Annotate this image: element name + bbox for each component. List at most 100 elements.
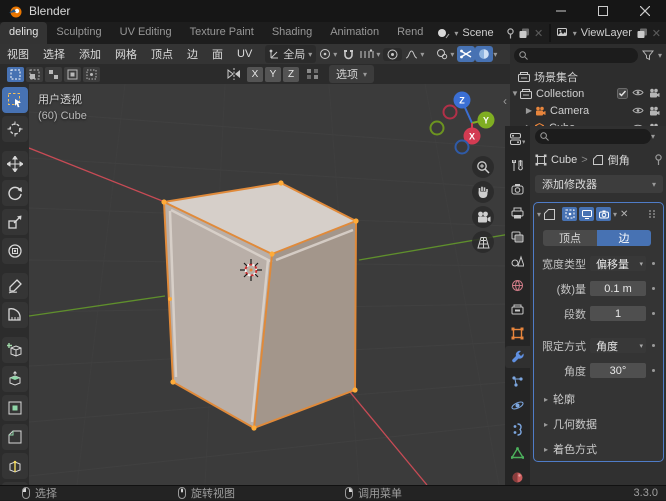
tab-view-layer[interactable] xyxy=(505,226,530,248)
tool-bevel[interactable] xyxy=(2,424,28,450)
segments-field[interactable]: 1 xyxy=(590,306,646,321)
breadcrumb-object[interactable]: Cube xyxy=(551,154,577,166)
overlays-dropdown[interactable]: ▾ xyxy=(433,48,457,60)
tab-sculpting[interactable]: Sculpting xyxy=(47,22,110,44)
editor-type-button[interactable]: ▾ xyxy=(505,128,530,150)
tab-constraints[interactable] xyxy=(505,418,530,440)
viewport-3d[interactable]: Z Y X 用户透视 (60) Cube ‹ xyxy=(0,84,510,485)
menu-select[interactable]: 选择 xyxy=(36,46,72,62)
select-mode-sync[interactable] xyxy=(83,67,100,82)
add-modifier-button[interactable]: 添加修改器 ▾ xyxy=(535,175,663,193)
pivot-point-dropdown[interactable]: ▾ xyxy=(316,48,340,60)
width-type-dropdown[interactable]: 偏移量▾ xyxy=(590,256,646,271)
new-scene-icon[interactable] xyxy=(519,28,530,39)
mirror-icon[interactable] xyxy=(227,68,241,80)
tab-material[interactable] xyxy=(505,466,530,485)
checkbox-icon[interactable] xyxy=(617,88,628,99)
menu-face[interactable]: 面 xyxy=(205,46,230,62)
camera-view-button[interactable] xyxy=(472,206,494,228)
camera-restrict-icon[interactable] xyxy=(648,88,660,98)
amount-field[interactable]: 0.1 m xyxy=(590,281,646,296)
outliner-search-input[interactable] xyxy=(514,48,638,63)
navigation-gizmo[interactable]: Z Y X xyxy=(431,92,495,154)
section-profile[interactable]: ▸ 轮廓 xyxy=(544,391,575,407)
tab-object[interactable] xyxy=(505,322,530,344)
tool-scale[interactable] xyxy=(2,209,28,235)
unlink-scene-icon[interactable]: ✕ xyxy=(534,27,543,40)
properties-search-input[interactable] xyxy=(535,129,651,144)
tool-rotate[interactable] xyxy=(2,180,28,206)
proportional-editing-toggle[interactable] xyxy=(383,48,402,61)
remove-viewlayer-icon[interactable]: ✕ xyxy=(652,27,661,40)
pin-icon[interactable] xyxy=(506,28,515,39)
menu-add[interactable]: 添加 xyxy=(72,46,108,62)
tab-modifiers[interactable] xyxy=(505,346,530,368)
affect-edges-button[interactable]: 边 xyxy=(597,230,651,246)
pan-view-button[interactable] xyxy=(472,181,494,203)
scene-selector[interactable]: ▾ Scene ✕ xyxy=(432,22,548,44)
gizmo-x-negative[interactable] xyxy=(444,106,457,119)
falloff-dropdown[interactable]: ▾ xyxy=(402,49,427,60)
snap-toggle[interactable] xyxy=(340,49,357,60)
animate-dot[interactable] xyxy=(652,262,655,265)
pin-icon[interactable] xyxy=(654,154,663,166)
new-viewlayer-icon[interactable] xyxy=(637,28,648,39)
tab-rendering[interactable]: Rend xyxy=(388,22,432,44)
options-dropdown[interactable]: 选项 ▾ xyxy=(329,65,374,83)
animate-dot[interactable] xyxy=(652,344,655,347)
minimize-button[interactable] xyxy=(540,0,582,22)
viewlayer-selector[interactable]: ▾ ViewLayer ✕ xyxy=(552,22,666,44)
filter-icon[interactable] xyxy=(642,50,654,61)
eye-icon[interactable] xyxy=(632,88,644,97)
tab-physics[interactable] xyxy=(505,394,530,416)
snap-target-dropdown[interactable]: ▾ xyxy=(357,49,383,60)
section-geometry[interactable]: ▸ 几何数据 xyxy=(544,416,597,432)
maximize-button[interactable] xyxy=(582,0,624,22)
section-shading[interactable]: ▸ 着色方式 xyxy=(544,441,597,457)
tab-texture-paint[interactable]: Texture Paint xyxy=(181,22,263,44)
camera-restrict-icon[interactable] xyxy=(648,106,660,116)
menu-mesh[interactable]: 网格 xyxy=(108,46,144,62)
select-mode-edge[interactable] xyxy=(26,67,43,82)
menu-vertex[interactable]: 顶点 xyxy=(144,46,180,62)
breadcrumb-modifier[interactable]: 倒角 xyxy=(608,152,650,168)
animate-dot[interactable] xyxy=(652,369,655,372)
tab-output[interactable] xyxy=(505,202,530,224)
outliner-row-camera[interactable]: ▶ Camera xyxy=(510,102,666,119)
animate-dot[interactable] xyxy=(652,287,655,290)
mirror-y-toggle[interactable]: Y xyxy=(265,67,281,82)
display-render-toggle[interactable] xyxy=(596,207,611,221)
tool-cursor[interactable] xyxy=(2,116,28,142)
tab-modeling[interactable]: deling xyxy=(0,22,47,44)
display-realtime-toggle[interactable] xyxy=(579,207,594,221)
drag-handle-icon[interactable] xyxy=(648,209,658,219)
tab-object-data[interactable] xyxy=(505,442,530,464)
tab-animation[interactable]: Animation xyxy=(321,22,388,44)
snap-symmetry-icon[interactable] xyxy=(306,68,319,80)
limit-method-dropdown[interactable]: 角度▾ xyxy=(590,338,646,353)
tab-particles[interactable] xyxy=(505,370,530,392)
tab-tool[interactable] xyxy=(505,154,530,176)
animate-dot[interactable] xyxy=(652,312,655,315)
tool-measure[interactable] xyxy=(2,302,28,328)
menu-edge[interactable]: 边 xyxy=(180,46,205,62)
tab-scene[interactable] xyxy=(505,250,530,272)
tab-world[interactable] xyxy=(505,274,530,296)
shading-solid-toggle[interactable] xyxy=(475,46,493,62)
select-mode-vertex[interactable] xyxy=(7,67,24,82)
gizmo-y-negative[interactable] xyxy=(431,122,444,135)
properties-options-icon[interactable]: ▾ xyxy=(651,132,655,141)
tool-loop-cut[interactable] xyxy=(2,453,28,479)
tab-collection-properties[interactable] xyxy=(505,298,530,320)
chevron-down-icon[interactable]: ▾ xyxy=(658,51,662,60)
mirror-z-toggle[interactable]: Z xyxy=(283,67,299,82)
delete-modifier-icon[interactable]: ✕ xyxy=(619,209,629,220)
tool-transform[interactable] xyxy=(2,238,28,264)
select-mode-face[interactable] xyxy=(45,67,62,82)
tool-select-box[interactable] xyxy=(2,87,28,113)
tool-add-cube[interactable] xyxy=(2,337,28,363)
gizmo-z-negative[interactable] xyxy=(456,141,469,154)
tool-move[interactable] xyxy=(2,151,28,177)
mirror-x-toggle[interactable]: X xyxy=(247,67,263,82)
menu-uv[interactable]: UV xyxy=(230,48,259,60)
